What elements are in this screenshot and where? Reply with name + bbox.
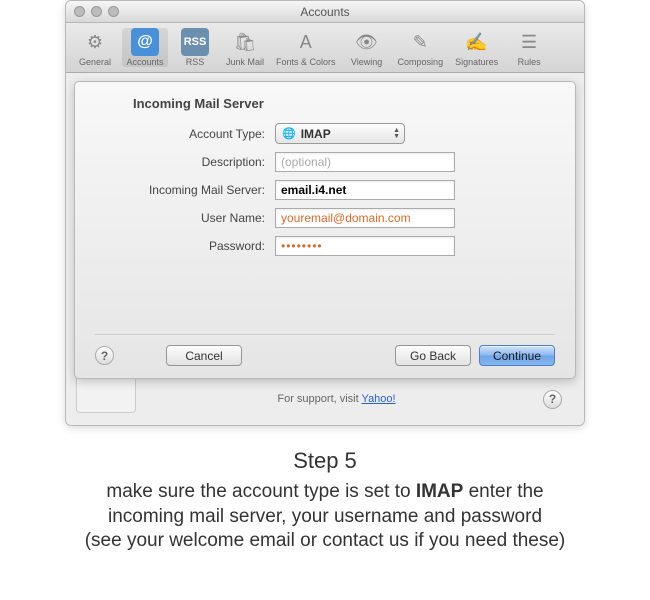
zoom-icon[interactable] <box>108 6 119 17</box>
rules-icon: ☰ <box>515 28 543 56</box>
toolbar-accounts[interactable]: @ Accounts <box>122 28 168 67</box>
account-type-dropdown[interactable]: 🌐 IMAP ▲▼ <box>275 123 405 144</box>
eye-icon: 👁 <box>353 28 381 56</box>
label-account-type: Account Type: <box>95 127 275 141</box>
junk-icon: 🛍 <box>231 28 259 56</box>
content-area: 🦅 Incoming Mail Server Account Type: 🌐 I… <box>66 73 584 425</box>
font-icon: A <box>292 28 320 56</box>
incoming-server-field[interactable] <box>275 180 455 200</box>
toolbar-rules[interactable]: ☰ Rules <box>506 28 552 67</box>
label-description: Description: <box>95 155 275 169</box>
toolbar-fonts-colors[interactable]: A Fonts & Colors <box>272 28 340 67</box>
traffic-lights <box>66 6 119 17</box>
toolbar-junk-mail[interactable]: 🛍 Junk Mail <box>222 28 268 67</box>
close-icon[interactable] <box>74 6 85 17</box>
pencil-icon: ✎ <box>406 28 434 56</box>
help-button-footer[interactable]: ? <box>543 390 562 409</box>
window-footer: + − For support, visit Yahoo! ? <box>74 379 576 419</box>
toolbar-label: Composing <box>398 57 444 67</box>
at-icon: @ <box>131 28 159 56</box>
signature-icon: ✍ <box>463 28 491 56</box>
window-title: Accounts <box>66 5 584 19</box>
toolbar-label: Rules <box>518 57 541 67</box>
toolbar-label: Signatures <box>455 57 498 67</box>
toolbar-composing[interactable]: ✎ Composing <box>394 28 448 67</box>
support-link[interactable]: Yahoo! <box>362 393 396 405</box>
titlebar: Accounts <box>66 1 584 23</box>
cancel-button[interactable]: Cancel <box>166 345 242 366</box>
support-text: For support, visit Yahoo! <box>130 393 543 405</box>
step-number: Step 5 <box>30 448 620 474</box>
label-password: Password: <box>95 239 275 253</box>
go-back-button[interactable]: Go Back <box>395 345 471 366</box>
sheet-button-row: ? Cancel Go Back Continue <box>95 334 555 366</box>
password-field[interactable] <box>275 236 455 256</box>
setup-sheet: Incoming Mail Server Account Type: 🌐 IMA… <box>74 81 576 379</box>
toolbar-label: Viewing <box>351 57 382 67</box>
toolbar-rss[interactable]: RSS RSS <box>172 28 218 67</box>
toolbar-signatures[interactable]: ✍ Signatures <box>451 28 502 67</box>
chevron-up-down-icon: ▲▼ <box>393 128 400 140</box>
toolbar-label: RSS <box>186 57 205 67</box>
toolbar-general[interactable]: ⚙ General <box>72 28 118 67</box>
toolbar-label: Accounts <box>126 57 163 67</box>
minimize-icon[interactable] <box>91 6 102 17</box>
instruction-caption: Step 5 make sure the account type is set… <box>0 426 650 554</box>
rss-icon: RSS <box>181 28 209 56</box>
gear-icon: ⚙ <box>81 28 109 56</box>
globe-icon: 🌐 <box>282 127 296 140</box>
label-incoming-server: Incoming Mail Server: <box>95 183 275 197</box>
accounts-window: Accounts ⚙ General @ Accounts RSS RSS 🛍 … <box>65 0 585 426</box>
label-user-name: User Name: <box>95 211 275 225</box>
help-button[interactable]: ? <box>95 346 114 365</box>
continue-button[interactable]: Continue <box>479 345 555 366</box>
toolbar-label: Junk Mail <box>226 57 264 67</box>
toolbar-label: Fonts & Colors <box>276 57 336 67</box>
toolbar-label: General <box>79 57 111 67</box>
sheet-title: Incoming Mail Server <box>133 96 555 111</box>
description-field[interactable] <box>275 152 455 172</box>
account-type-value: IMAP <box>301 127 331 141</box>
user-name-field[interactable] <box>275 208 455 228</box>
toolbar-viewing[interactable]: 👁 Viewing <box>344 28 390 67</box>
preferences-toolbar: ⚙ General @ Accounts RSS RSS 🛍 Junk Mail… <box>66 23 584 73</box>
instruction-text: make sure the account type is set to IMA… <box>30 480 620 554</box>
